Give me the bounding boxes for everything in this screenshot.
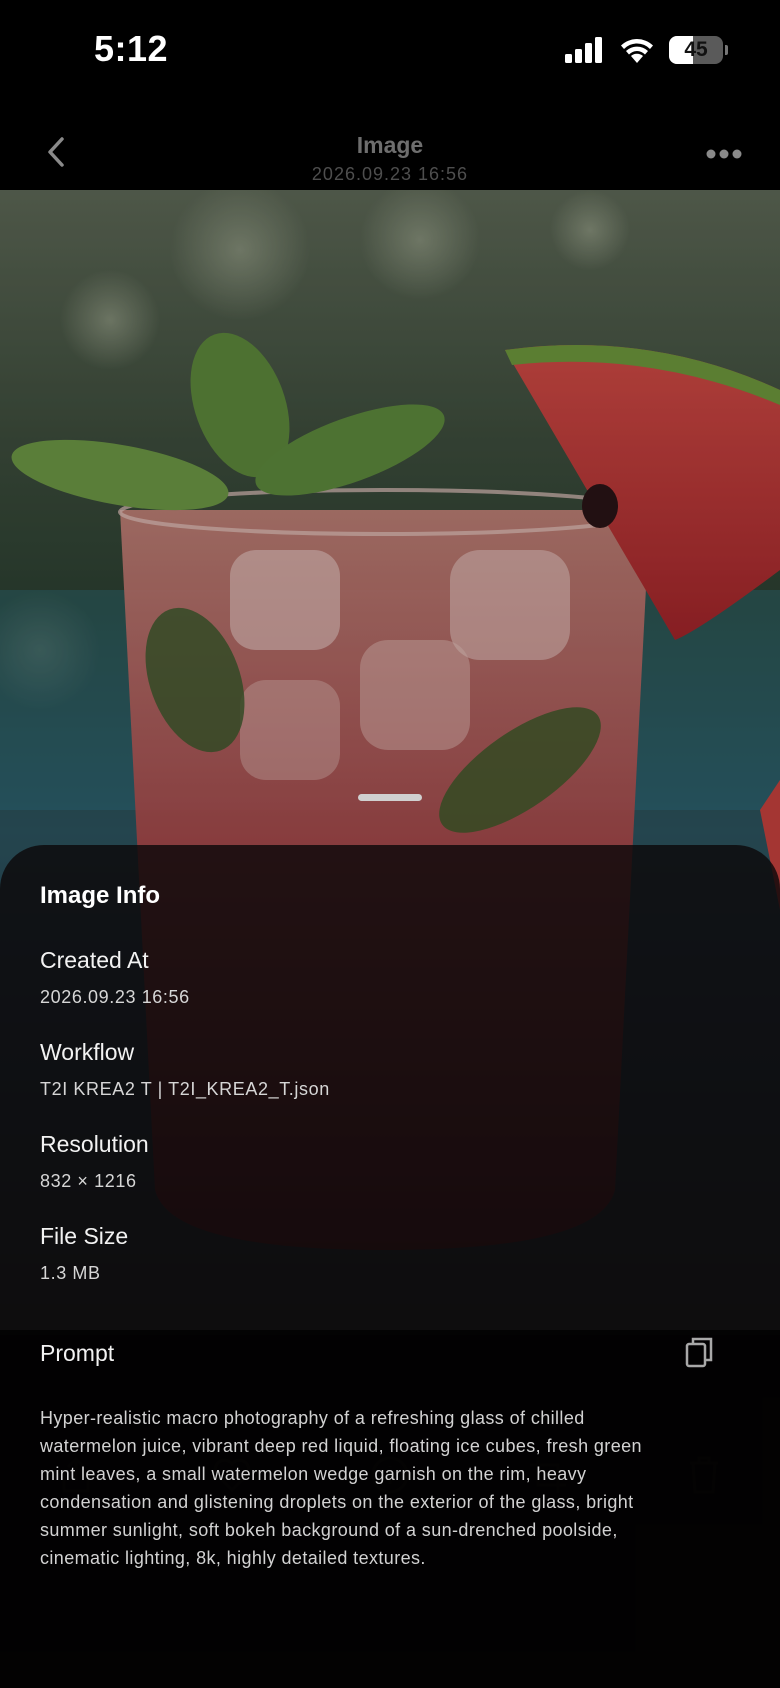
- resolution-value: 832 × 1216: [40, 1171, 137, 1191]
- page-title: Image: [356, 132, 424, 158]
- battery-level: 45: [684, 38, 708, 61]
- copy-icon: [685, 1337, 713, 1368]
- battery-cap: [725, 45, 728, 55]
- created-at-label: Created At: [40, 947, 149, 973]
- resolution-label: Resolution: [40, 1131, 149, 1157]
- status-bar: 5:12 45: [0, 0, 780, 110]
- prompt-line: condensation and glistening droplets on …: [40, 1492, 634, 1512]
- prompt-line: Hyper-realistic macro photography of a r…: [40, 1408, 585, 1428]
- prompt-label: Prompt: [40, 1340, 115, 1366]
- status-icons: 45: [565, 36, 728, 64]
- copy-prompt-button[interactable]: [682, 1334, 716, 1370]
- prompt-line: watermelon juice, vibrant deep red liqui…: [40, 1436, 642, 1456]
- workflow-value: T2I KREA2 T | T2I_KREA2_T.json: [40, 1079, 330, 1099]
- prompt-text: Hyper-realistic macro photography of a r…: [40, 1404, 720, 1572]
- more-button[interactable]: [696, 134, 752, 174]
- status-time: 5:12: [94, 28, 169, 69]
- prompt-line: cinematic lighting, 8k, highly detailed …: [40, 1548, 426, 1568]
- created-at-value: 2026.09.23 16:56: [40, 987, 190, 1007]
- sheet-title: Image Info: [40, 882, 161, 909]
- ellipsis-icon: [706, 149, 742, 159]
- battery-indicator: 45: [669, 36, 723, 64]
- file-size-value: 1.3 MB: [40, 1263, 101, 1283]
- file-size-label: File Size: [40, 1223, 129, 1249]
- prompt-line: summer sunlight, soft bokeh background o…: [40, 1520, 618, 1540]
- cellular-signal-icon: [565, 37, 602, 63]
- page-subtitle: 2026.09.23 16:56: [311, 164, 469, 184]
- prompt-line: mint leaves, a small watermelon wedge ga…: [40, 1464, 587, 1484]
- navigation-bar: Image 2026.09.23 16:56: [0, 110, 780, 190]
- workflow-label: Workflow: [40, 1039, 135, 1065]
- wifi-icon: [621, 39, 653, 63]
- sheet-drag-handle[interactable]: [358, 794, 422, 801]
